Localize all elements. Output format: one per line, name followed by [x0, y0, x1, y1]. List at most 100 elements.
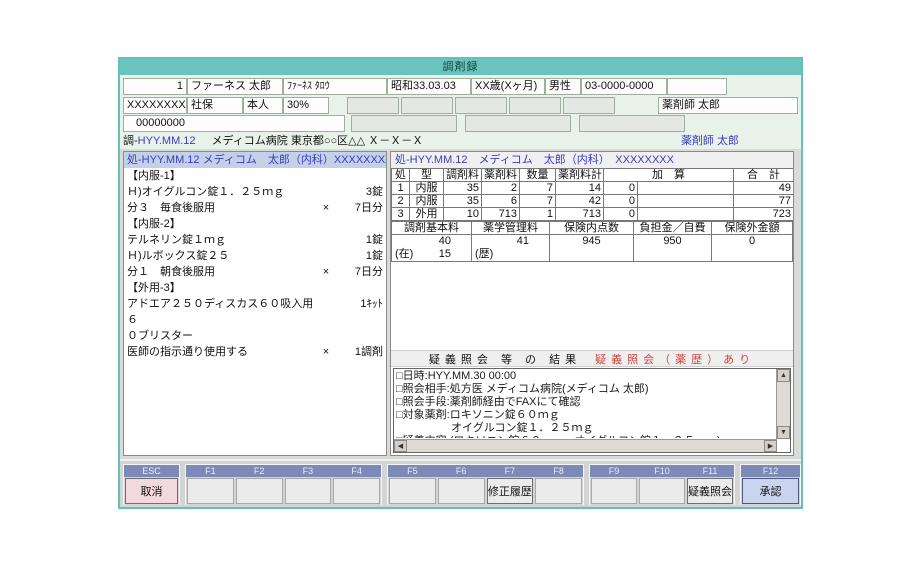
fee-cell: 14 [556, 182, 604, 195]
fee-col-header: 型 [410, 169, 444, 182]
prescription-line: 分１ 朝食後服用×7日分 [124, 264, 386, 280]
rx-line-mult [315, 328, 337, 344]
fee-cell: 内服 [410, 182, 444, 195]
function-key-bar: ESC取消F1F2F3F4F5F6F7F8修正履歴F9F10F11疑義照会F12… [120, 459, 801, 507]
function-key-label-f8: F8 [534, 465, 583, 477]
prescription-panel[interactable]: 処-HYY.MM.12 メディコム 太郎（内科）XXXXXXXX 【内服-1】Ｈ… [123, 151, 387, 456]
fee-table: 処型調剤料薬剤料数量薬剤料計加 算合 計 1内服3527140492内服3567… [391, 168, 794, 221]
prescription-line: Ｈ)ルボックス錠２５1錠 [124, 248, 386, 264]
rx-line-mult [315, 232, 337, 248]
function-button-f11[interactable]: 疑義照会 [687, 478, 733, 504]
prescription-line: ０ブリスター [124, 328, 386, 344]
function-key-group-body: 取消 [124, 477, 179, 505]
summary-subvalue: (歴) [472, 248, 549, 261]
fee-cell: 10 [444, 208, 482, 221]
fee-cell: 7 [520, 182, 556, 195]
inquiry-textbox[interactable]: □日時:HYY.MM.30 00:00 □照会相手:処方医 メディコム病院(メデ… [393, 368, 791, 453]
rx-line-text: 分３ 毎食後服用 [127, 200, 315, 216]
patient-sex: 男性 [545, 78, 581, 95]
fee-cell: 77 [734, 195, 794, 208]
function-key-group-header: F1F2F3F4 [186, 465, 381, 477]
fee-cell [638, 208, 734, 221]
prescription-line: 分３ 毎食後服用×7日分 [124, 200, 386, 216]
rx-line-mult: × [315, 264, 337, 280]
function-key-group-body: 承認 [741, 477, 800, 505]
rx-line-text: 【外用-3】 [127, 280, 315, 296]
down-arrow-icon[interactable]: ▼ [777, 426, 790, 439]
rx-line-qty: 7日分 [337, 200, 383, 216]
receipt-panel[interactable]: 処-HYY.MM.12 メディコム 太郎（内科） XXXXXXXX 処型調剤料薬… [390, 151, 794, 456]
fee-cell: 3 [392, 208, 410, 221]
fee-cell: 49 [734, 182, 794, 195]
rx-line-qty [337, 328, 383, 344]
fee-cell: 0 [604, 182, 638, 195]
function-button-f8[interactable] [535, 478, 582, 504]
function-button-f6[interactable] [438, 478, 485, 504]
prescription-line: 【内服-2】 [124, 216, 386, 232]
function-button-f12[interactable]: 承認 [742, 478, 799, 504]
function-button-f9[interactable] [591, 478, 637, 504]
summary-col-header: 負担金／自費 [634, 222, 712, 235]
function-key-group-body: 修正履歴 [388, 477, 583, 505]
fee-cell: 42 [556, 195, 604, 208]
window-title: 調剤録 [120, 59, 801, 75]
function-button-f4[interactable] [333, 478, 380, 504]
horizontal-scrollbar[interactable]: ◀ ▶ [394, 439, 777, 452]
function-key-label-f12: F12 [741, 465, 800, 477]
right-arrow-icon[interactable]: ▶ [764, 440, 777, 452]
summary-col-header: 調剤基本料 [392, 222, 472, 235]
patient-extra-cell [667, 78, 727, 95]
dispense-date: HYY.MM.12 [138, 135, 196, 147]
summary-cell: 945 [550, 235, 634, 262]
fee-col-header: 調剤料 [444, 169, 482, 182]
summary-cell: 950 [634, 235, 712, 262]
inquiry-status: 疑義照会（薬歴）あり [595, 351, 755, 367]
left-arrow-icon[interactable]: ◀ [394, 440, 407, 452]
rx-line-qty: 1ｷｯﾄ [337, 296, 383, 328]
function-button-f5[interactable] [389, 478, 436, 504]
function-key-group-header: F5F6F7F8 [388, 465, 583, 477]
summary-value: 41 [472, 235, 549, 248]
patient-header: 1 ファーネス 太郎 ﾌｧｰﾈｽ ﾀﾛｳ 昭和33.03.03 XX歳(Xヶ月)… [120, 75, 801, 149]
function-button-f7[interactable]: 修正履歴 [487, 478, 534, 504]
rx-line-mult [315, 248, 337, 264]
rx-line-qty: 3錠 [337, 184, 383, 200]
function-button-f10[interactable] [639, 478, 685, 504]
function-button-f1[interactable] [187, 478, 234, 504]
dispense-prefix: 調- [123, 135, 138, 147]
main-area: 処-HYY.MM.12 メディコム 太郎（内科）XXXXXXXX 【内服-1】Ｈ… [120, 149, 801, 459]
rx-line-text: 分１ 朝食後服用 [127, 264, 315, 280]
rx-line-text: テルネリン錠１ｍｇ [127, 232, 315, 248]
rx-line-mult [315, 168, 337, 184]
insurance-relation: 本人 [243, 97, 283, 114]
summary-sub-number: 15 [439, 248, 451, 261]
insurance-row: XXXXXXXX 社保 本人 30% 薬剤師 太郎 [123, 97, 798, 114]
summary-value: 0 [712, 235, 792, 248]
summary-sub-label: (在) [395, 248, 413, 261]
function-key-group: ESC取消 [123, 464, 180, 505]
function-button-f2[interactable] [236, 478, 283, 504]
patient-row: 1 ファーネス 太郎 ﾌｧｰﾈｽ ﾀﾛｳ 昭和33.03.03 XX歳(Xヶ月)… [123, 78, 798, 95]
patient-name: ファーネス 太郎 [187, 78, 283, 95]
function-key-label-f3: F3 [284, 465, 333, 477]
summary-value: 950 [634, 235, 711, 248]
function-button-f3[interactable] [285, 478, 332, 504]
prescription-line: 【外用-3】 [124, 280, 386, 296]
fee-cell: 713 [482, 208, 520, 221]
patient-birthdate: 昭和33.03.03 [387, 78, 471, 95]
pharmacist-name: 薬剤師 太郎 [658, 97, 798, 114]
vertical-scrollbar[interactable]: ▲ ▼ [776, 369, 790, 439]
rx-line-text: Ｈ)オイグルコン錠１．２５ｍｇ [127, 184, 315, 200]
fee-cell [638, 182, 734, 195]
empty-cell [401, 97, 453, 114]
summary-header-row: 調剤基本料薬学管理料保険内点数負担金／自費保険外金額 [392, 222, 793, 235]
function-key-label-f5: F5 [388, 465, 437, 477]
function-button-esc[interactable]: 取消 [125, 478, 178, 504]
insurer-code: XXXXXXXX [123, 97, 187, 114]
rx-line-qty [337, 280, 383, 296]
up-arrow-icon[interactable]: ▲ [777, 369, 790, 382]
function-key-label-f10: F10 [638, 465, 686, 477]
insured-number: 00000000 [123, 115, 345, 132]
rx-line-qty: 1錠 [337, 232, 383, 248]
function-key-group: F1F2F3F4 [185, 464, 382, 505]
